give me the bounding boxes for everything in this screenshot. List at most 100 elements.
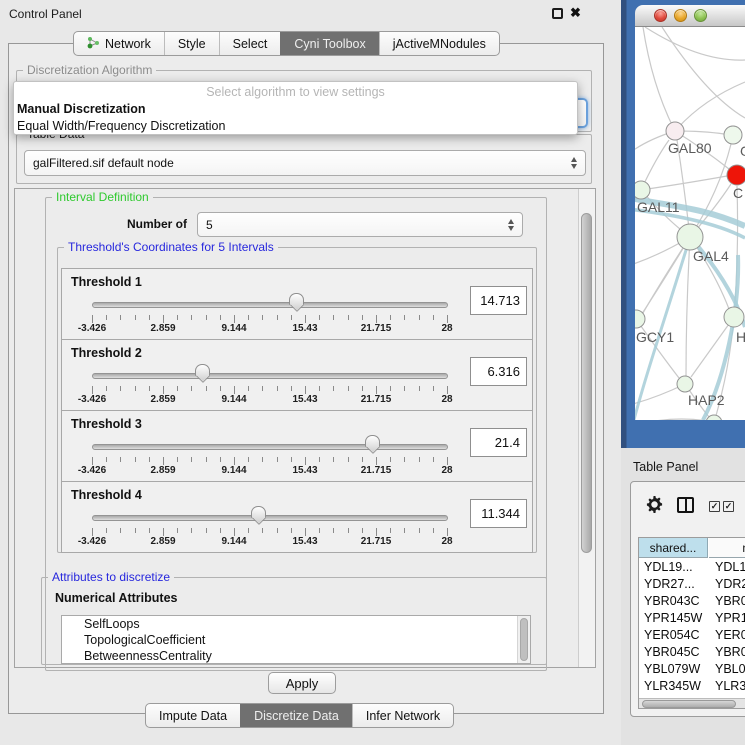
tab-discretize-data[interactable]: Discretize Data: [240, 704, 352, 727]
close-panel-icon[interactable]: ✖: [570, 5, 581, 21]
table-row[interactable]: YDL19...YDL1: [639, 558, 745, 575]
settings-scrollbar-thumb[interactable]: [581, 213, 592, 553]
tab-style[interactable]: Style: [164, 32, 219, 55]
tick-mark: [419, 315, 420, 320]
tick-mark: [92, 386, 93, 394]
table-row[interactable]: YPR145WYPR1: [639, 609, 745, 626]
column-header-shared-name[interactable]: shared...: [639, 538, 708, 558]
network-canvas[interactable]: GAL80GCGAL11GAL4GCY1HHAP2: [635, 27, 745, 420]
settings-vertical-scrollbar[interactable]: [578, 189, 595, 667]
slider-track[interactable]: [92, 373, 448, 379]
tick-label: -3.426: [78, 323, 106, 334]
tick-mark: [120, 315, 121, 320]
network-node-c[interactable]: [727, 165, 745, 185]
slider-track[interactable]: [92, 515, 448, 521]
tick-mark: [163, 315, 164, 323]
network-node-g[interactable]: [724, 126, 742, 144]
network-window-titlebar[interactable]: [635, 5, 745, 27]
tab-network[interactable]: Network: [74, 32, 164, 55]
threshold-3-value-field[interactable]: 21.4: [470, 428, 527, 457]
tab-infer-network[interactable]: Infer Network: [352, 704, 453, 727]
table-row[interactable]: YBL079WYBL0: [639, 660, 745, 677]
attribute-items: SelfLoopsTopologicalCoefficientBetweenne…: [62, 616, 530, 664]
tick-label: 21.715: [361, 536, 392, 547]
tick-mark: [333, 457, 334, 462]
threshold-panel-2: Threshold 2-3.4262.8599.14415.4321.71528…: [61, 339, 533, 411]
network-node-h[interactable]: [724, 307, 744, 327]
slider-thumb-threshold-2[interactable]: [195, 364, 210, 376]
table-row[interactable]: YER054CYER0: [639, 626, 745, 643]
network-node-hap2[interactable]: [677, 376, 693, 392]
tab-label: jActiveMNodules: [393, 37, 486, 51]
threshold-label: Threshold 1: [71, 275, 142, 289]
slider-thumb-threshold-4[interactable]: [251, 506, 266, 518]
tick-label: 2.859: [150, 394, 175, 405]
network-node-gal80[interactable]: [666, 122, 684, 140]
list-scrollbar-thumb[interactable]: [520, 618, 528, 661]
tick-mark: [234, 386, 235, 394]
apply-button[interactable]: Apply: [268, 672, 336, 694]
table-cell: YBL0: [708, 662, 745, 676]
tab-label: Impute Data: [159, 709, 227, 723]
table-row[interactable]: YDR27...YDR2: [639, 575, 745, 592]
network-edge[interactable]: [686, 237, 690, 376]
option-equal-width-frequency-discretization[interactable]: Equal Width/Frequency Discretization: [14, 118, 577, 135]
threshold-2-value-field[interactable]: 6.316: [470, 357, 527, 386]
number-of-intervals-combobox[interactable]: 5: [197, 212, 523, 237]
column-layout-icon[interactable]: [677, 497, 694, 513]
tab-select[interactable]: Select: [219, 32, 281, 55]
mac-zoom-button[interactable]: [694, 9, 707, 22]
table-data-combobox[interactable]: galFiltered.sif default node: [24, 150, 586, 176]
float-window-icon[interactable]: [552, 8, 563, 19]
table-cell: YDR27...: [639, 577, 708, 591]
table-row[interactable]: YBR043CYBR0: [639, 592, 745, 609]
table-cell: YPR1: [708, 611, 745, 625]
network-edge[interactable]: [636, 319, 679, 378]
threshold-label: Threshold 3: [71, 417, 142, 431]
slider-thumb-threshold-3[interactable]: [365, 435, 380, 447]
tick-mark: [348, 457, 349, 462]
network-edge[interactable]: [635, 419, 745, 420]
checkbox-icon[interactable]: ✓: [723, 501, 734, 512]
control-panel-titlebar: Control Panel: [0, 0, 620, 27]
list-scrollbar[interactable]: [517, 616, 530, 663]
tab-cyni-toolbox[interactable]: Cyni Toolbox: [280, 32, 378, 55]
threshold-4-value-field[interactable]: 11.344: [470, 499, 527, 528]
threshold-panel-4: Threshold 4-3.4262.8599.14415.4321.71528…: [61, 481, 533, 553]
table-hscrollbar-thumb[interactable]: [642, 700, 736, 708]
slider-track[interactable]: [92, 444, 448, 450]
network-edge[interactable]: [645, 27, 745, 60]
tick-mark: [206, 315, 207, 320]
checkbox-icon[interactable]: ✓: [709, 501, 720, 512]
option-manual-discretization[interactable]: Manual Discretization: [14, 101, 577, 118]
tick-mark: [376, 315, 377, 323]
tick-label: -3.426: [78, 394, 106, 405]
attribute-item-topologicalcoefficient[interactable]: TopologicalCoefficient: [62, 632, 530, 648]
mac-minimize-button[interactable]: [674, 9, 687, 22]
tick-mark: [177, 528, 178, 533]
threshold-1-value-field[interactable]: 14.713: [470, 286, 527, 315]
gear-icon[interactable]: [645, 495, 664, 514]
tick-mark: [248, 315, 249, 320]
tick-mark: [120, 457, 121, 462]
column-header-name[interactable]: na: [709, 538, 745, 558]
network-edge[interactable]: [643, 27, 675, 131]
attribute-item-selfloops[interactable]: SelfLoops: [62, 616, 530, 632]
table-horizontal-scrollbar[interactable]: [639, 698, 745, 709]
tab-impute-data[interactable]: Impute Data: [146, 704, 240, 727]
node-label: GAL4: [693, 248, 729, 264]
tab-jactivemnodules[interactable]: jActiveMNodules: [379, 32, 499, 55]
table-row[interactable]: YLR345WYLR3: [639, 677, 745, 694]
slider-track[interactable]: [92, 302, 448, 308]
slider-thumb-threshold-1[interactable]: [289, 293, 304, 305]
algorithm-prompt-option[interactable]: Select algorithm to view settings: [14, 82, 577, 101]
network-node-gal4[interactable]: [677, 224, 703, 250]
table-panel-title: Table Panel: [633, 460, 698, 474]
attribute-item-betweennesscentrality[interactable]: BetweennessCentrality: [62, 648, 530, 664]
table-panel-region: Table Panel ✓ ✓ shared... na YDL19...YDL…: [621, 448, 745, 745]
mac-close-button[interactable]: [654, 9, 667, 22]
table-row[interactable]: YBR045CYBR0: [639, 643, 745, 660]
table-cell: YBR0: [708, 594, 745, 608]
tick-mark: [92, 315, 93, 323]
network-node-gal11[interactable]: [635, 181, 650, 199]
